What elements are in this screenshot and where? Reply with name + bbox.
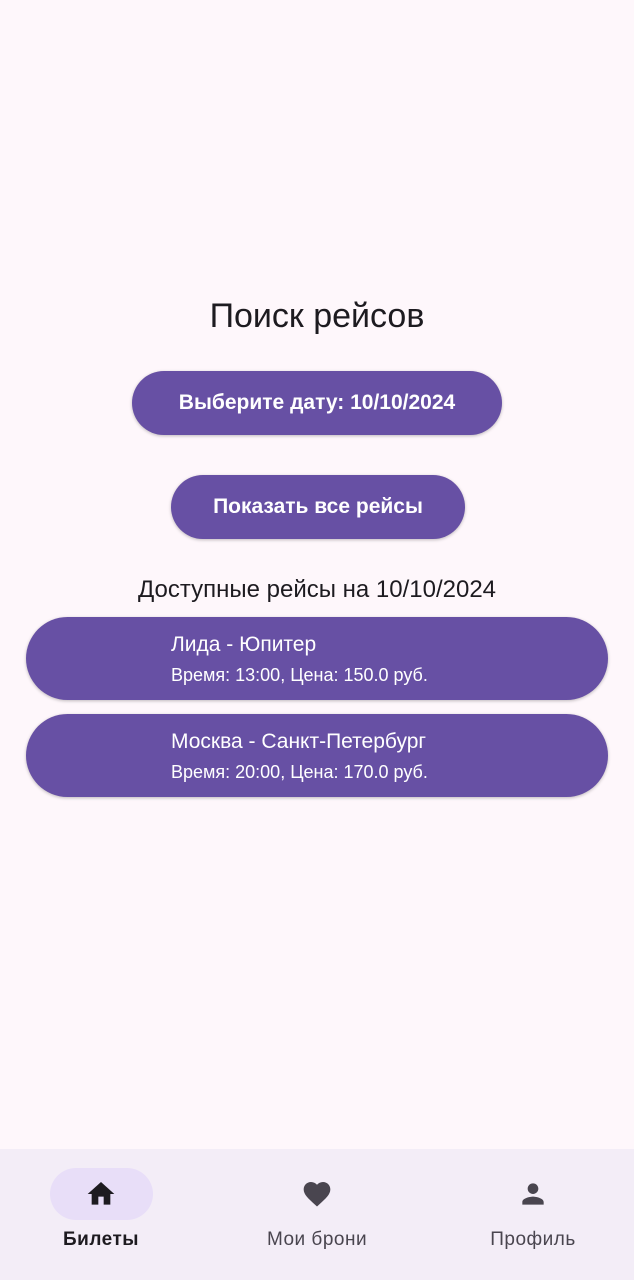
nav-item-profile[interactable]: Профиль <box>453 1149 613 1280</box>
flight-details: Время: 20:00, Цена: 170.0 руб. <box>171 762 428 782</box>
select-date-button[interactable]: Выберите дату: 10/10/2024 <box>132 371 502 435</box>
available-flights-title: Доступные рейсы на 10/10/2024 <box>137 576 497 603</box>
flight-details: Время: 13:00, Цена: 150.0 руб. <box>171 665 428 685</box>
flight-card[interactable]: Лида - Юпитер Время: 13:00, Цена: 150.0 … <box>26 617 608 700</box>
flight-card[interactable]: Москва - Санкт-Петербург Время: 20:00, Ц… <box>26 714 608 797</box>
nav-item-my-bookings[interactable]: Мои брони <box>237 1149 397 1280</box>
flight-search-screen: Поиск рейсов Выберите дату: 10/10/2024 П… <box>0 0 634 1280</box>
flight-route: Лида - Юпитер <box>171 633 317 656</box>
show-all-flights-button[interactable]: Показать все рейсы <box>171 475 465 539</box>
page-title: Поиск рейсов <box>209 297 425 335</box>
nav-label: Билеты <box>62 1229 139 1250</box>
nav-label: Профиль <box>490 1229 576 1250</box>
person-icon <box>453 1178 613 1210</box>
nav-label: Мои брони <box>266 1229 368 1250</box>
flight-route: Москва - Санкт-Петербург <box>171 730 427 753</box>
heart-icon <box>237 1178 397 1210</box>
nav-item-tickets[interactable]: Билеты <box>21 1149 181 1280</box>
bottom-navigation-bar: Билеты Мои брони Профиль <box>0 1149 634 1280</box>
home-icon <box>21 1178 181 1210</box>
